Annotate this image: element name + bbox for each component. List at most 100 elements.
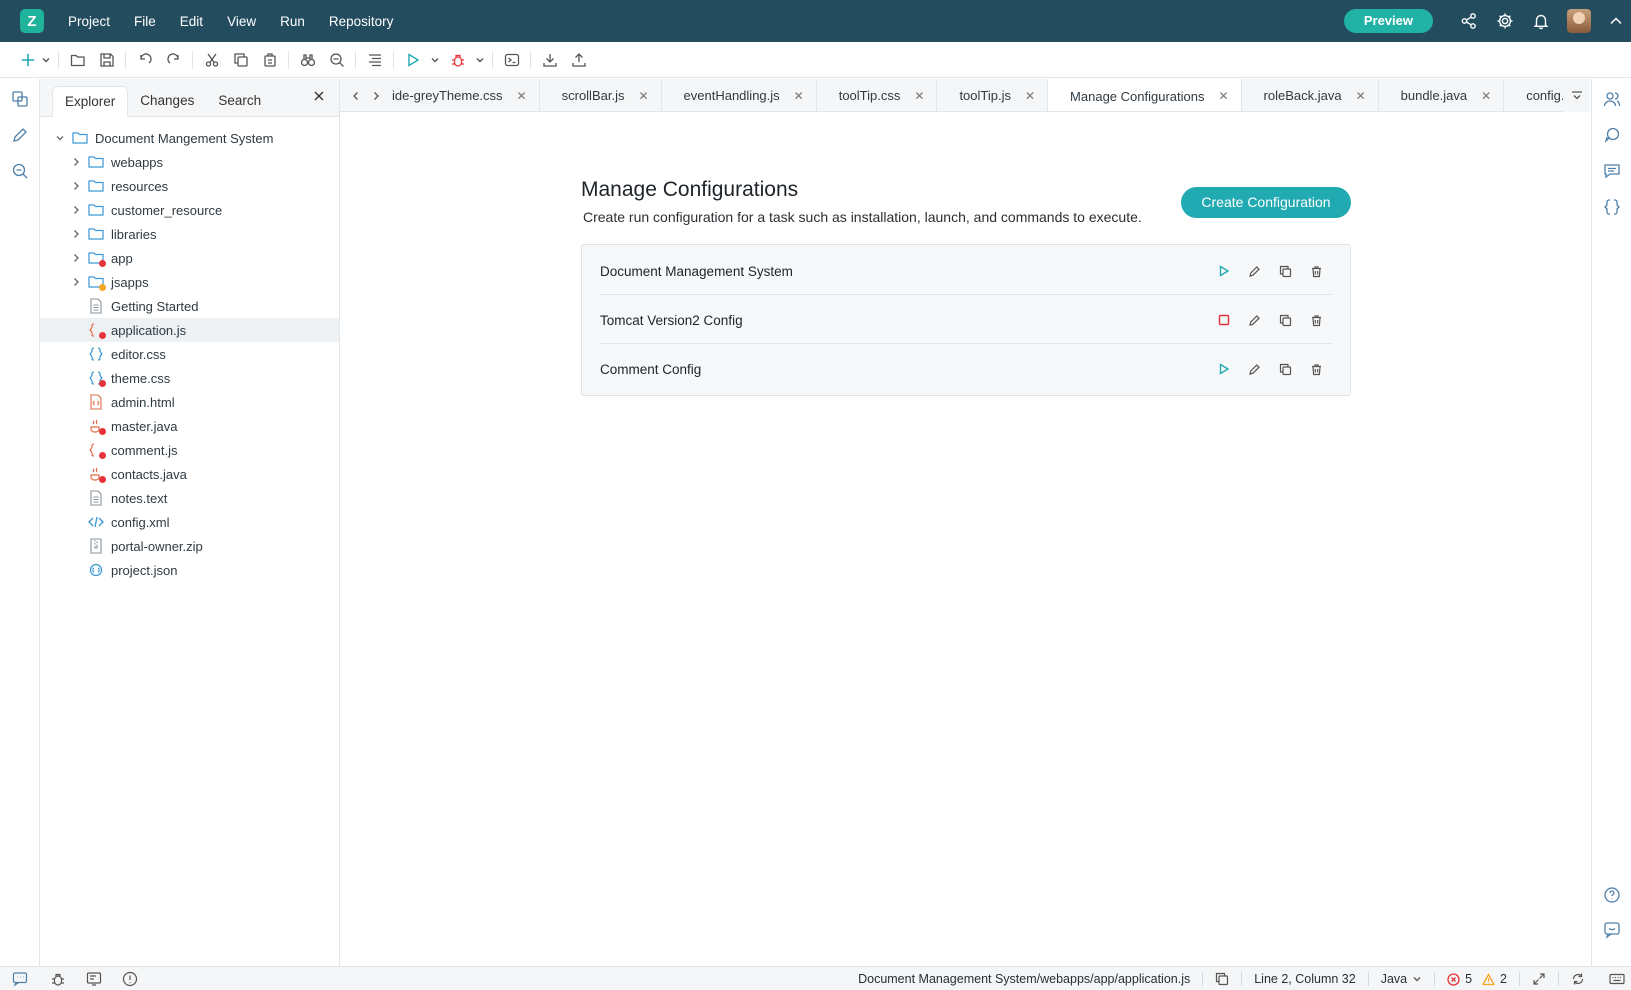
edit-icon[interactable] xyxy=(1239,259,1270,283)
chevron-down-icon[interactable] xyxy=(472,46,488,74)
cut-icon[interactable] xyxy=(197,46,226,74)
close-tab-icon[interactable]: ✕ xyxy=(1025,89,1035,103)
tree-item[interactable]: comment.js xyxy=(40,438,339,462)
chevron-right-icon[interactable] xyxy=(70,229,82,239)
tree-item[interactable]: application.js xyxy=(40,318,339,342)
chevron-left-icon[interactable] xyxy=(351,91,361,101)
run-icon[interactable] xyxy=(1208,357,1239,381)
run-icon[interactable] xyxy=(398,46,427,74)
chevron-right-icon[interactable] xyxy=(70,157,82,167)
tree-item[interactable]: theme.css xyxy=(40,366,339,390)
chevron-up-icon[interactable] xyxy=(1601,0,1631,42)
close-tab-icon[interactable]: ✕ xyxy=(914,89,924,103)
edit-icon[interactable] xyxy=(1239,357,1270,381)
pencil-icon[interactable] xyxy=(0,117,40,153)
format-icon[interactable] xyxy=(360,46,389,74)
tab-changes[interactable]: Changes xyxy=(128,86,206,116)
share-icon[interactable] xyxy=(1451,0,1487,42)
duplicate-icon[interactable] xyxy=(1270,308,1301,332)
zoom-icon[interactable] xyxy=(322,46,351,74)
tree-item[interactable]: admin.html xyxy=(40,390,339,414)
stop-icon[interactable] xyxy=(1208,308,1239,332)
trash-icon[interactable] xyxy=(1301,308,1332,332)
bell-icon[interactable] xyxy=(1523,0,1559,42)
close-tab-icon[interactable]: ✕ xyxy=(517,89,527,103)
close-icon[interactable] xyxy=(311,88,327,104)
close-tab-icon[interactable]: ✕ xyxy=(1356,89,1366,103)
tabs-overflow-icon[interactable] xyxy=(1563,79,1590,112)
editor-tab[interactable]: bundle.java ✕ xyxy=(1379,79,1505,111)
sync-icon[interactable] xyxy=(1559,972,1597,986)
run-icon[interactable] xyxy=(1208,259,1239,283)
preview-button[interactable]: Preview xyxy=(1343,9,1433,33)
chat-icon[interactable] xyxy=(1592,117,1631,153)
problems-indicator[interactable]: 5 2 xyxy=(1435,972,1519,986)
tree-item[interactable]: webapps xyxy=(40,150,339,174)
save-icon[interactable] xyxy=(92,46,121,74)
chevron-right-icon[interactable] xyxy=(70,277,82,287)
users-icon[interactable] xyxy=(1592,81,1631,117)
files-icon[interactable] xyxy=(0,81,40,117)
info-icon[interactable] xyxy=(112,967,148,990)
menu-view[interactable]: View xyxy=(227,14,256,29)
duplicate-icon[interactable] xyxy=(1270,259,1301,283)
editor-tab[interactable]: ide-greyTheme.css ✕ xyxy=(392,79,540,111)
tree-item[interactable]: project.json xyxy=(40,558,339,582)
terminal-icon[interactable] xyxy=(497,46,526,74)
editor-tab[interactable]: toolTip.js ✕ xyxy=(937,79,1049,111)
editor-tab[interactable]: Manage Configurations ✕ xyxy=(1048,79,1242,111)
close-tab-icon[interactable]: ✕ xyxy=(1481,89,1491,103)
tree-item[interactable]: portal-owner.zip xyxy=(40,534,339,558)
avatar[interactable] xyxy=(1567,9,1591,33)
tree-item[interactable]: libraries xyxy=(40,222,339,246)
open-folder-icon[interactable] xyxy=(63,46,92,74)
chevron-right-icon[interactable] xyxy=(371,91,381,101)
close-tab-icon[interactable]: ✕ xyxy=(1218,89,1228,103)
tree-item[interactable]: resources xyxy=(40,174,339,198)
redo-icon[interactable] xyxy=(159,46,188,74)
find-icon[interactable] xyxy=(293,46,322,74)
feedback-icon[interactable] xyxy=(0,967,40,990)
chevron-right-icon[interactable] xyxy=(70,205,82,215)
feedback-icon[interactable] xyxy=(1592,912,1631,948)
menu-run[interactable]: Run xyxy=(280,14,305,29)
bug-icon[interactable] xyxy=(40,967,76,990)
chevron-down-icon[interactable] xyxy=(54,133,66,143)
search-icon[interactable] xyxy=(0,153,40,189)
chevron-down-icon[interactable] xyxy=(427,46,443,74)
keyboard-icon[interactable] xyxy=(1597,972,1631,986)
tree-item[interactable]: notes.text xyxy=(40,486,339,510)
tree-item[interactable]: customer_resource xyxy=(40,198,339,222)
cursor-position[interactable]: Line 2, Column 32 xyxy=(1242,972,1367,986)
close-tab-icon[interactable]: ✕ xyxy=(638,89,648,103)
tree-item[interactable]: config.xml xyxy=(40,510,339,534)
gear-icon[interactable] xyxy=(1487,0,1523,42)
copy-path-icon[interactable] xyxy=(1203,972,1241,986)
tree-item[interactable]: contacts.java xyxy=(40,462,339,486)
tree-item[interactable]: master.java xyxy=(40,414,339,438)
comment-icon[interactable] xyxy=(1592,153,1631,189)
menu-edit[interactable]: Edit xyxy=(180,14,203,29)
help-icon[interactable] xyxy=(1592,877,1631,913)
add-icon[interactable] xyxy=(18,46,38,74)
debug-icon[interactable] xyxy=(443,46,472,74)
edit-icon[interactable] xyxy=(1239,308,1270,332)
tree-item[interactable]: Getting Started xyxy=(40,294,339,318)
language-selector[interactable]: Java xyxy=(1369,972,1434,986)
copy-icon[interactable] xyxy=(226,46,255,74)
trash-icon[interactable] xyxy=(1301,357,1332,381)
editor-tab[interactable]: toolTip.css ✕ xyxy=(817,79,938,111)
editor-tab[interactable]: scrollBar.js ✕ xyxy=(540,79,662,111)
editor-tab[interactable]: roleBack.java ✕ xyxy=(1242,79,1379,111)
upload-icon[interactable] xyxy=(564,46,593,74)
undo-icon[interactable] xyxy=(130,46,159,74)
download-icon[interactable] xyxy=(535,46,564,74)
chevron-right-icon[interactable] xyxy=(70,253,82,263)
tab-explorer[interactable]: Explorer xyxy=(52,86,129,117)
tree-item[interactable]: editor.css xyxy=(40,342,339,366)
expand-icon[interactable] xyxy=(1520,972,1558,986)
editor-tab[interactable]: eventHandling.js ✕ xyxy=(662,79,817,111)
tab-search[interactable]: Search xyxy=(206,86,273,116)
menu-file[interactable]: File xyxy=(134,14,156,29)
paste-icon[interactable] xyxy=(255,46,284,74)
